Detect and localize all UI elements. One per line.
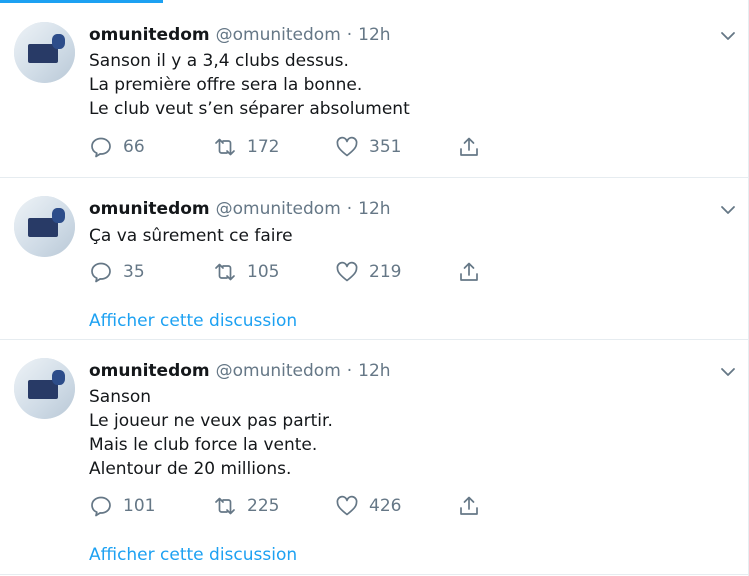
like-button[interactable]: 219: [335, 260, 401, 284]
like-count: 426: [369, 496, 402, 516]
avatar[interactable]: [14, 22, 75, 83]
tweet[interactable]: omunitedom @omunitedom · 12h Sanson il y…: [0, 0, 748, 178]
avatar[interactable]: [14, 196, 75, 257]
like-count: 351: [369, 137, 402, 157]
retweet-button[interactable]: 225: [213, 494, 279, 518]
retweet-icon: [215, 263, 235, 281]
show-thread-link[interactable]: Afficher cette discussion: [89, 311, 297, 331]
tweet-text: Ça va sûrement ce faire: [89, 226, 293, 246]
timestamp[interactable]: 12h: [358, 199, 390, 219]
retweet-count: 172: [247, 137, 280, 157]
reply-icon: [91, 496, 111, 517]
reply-count: 35: [123, 262, 145, 282]
share-button[interactable]: [457, 260, 481, 284]
tweet-text: Sanson Le joueur ne veux pas partir. Mai…: [89, 387, 333, 479]
author-name[interactable]: omunitedom: [89, 361, 210, 381]
tweet[interactable]: omunitedom @omunitedom · 12h Sanson Le j…: [0, 340, 748, 575]
share-button[interactable]: [457, 135, 481, 159]
retweet-button[interactable]: 172: [213, 135, 279, 159]
reply-count: 66: [123, 137, 145, 157]
timestamp[interactable]: 12h: [358, 25, 390, 45]
author-name[interactable]: omunitedom: [89, 25, 210, 45]
heart-icon: [336, 495, 358, 516]
retweet-icon: [215, 138, 235, 156]
reply-count: 101: [123, 496, 156, 516]
share-icon: [460, 262, 478, 281]
share-icon: [460, 496, 478, 515]
chevron-down-icon[interactable]: [718, 362, 738, 382]
show-thread-link[interactable]: Afficher cette discussion: [89, 545, 297, 565]
reply-icon: [91, 137, 111, 158]
separator-dot: ·: [346, 199, 353, 219]
avatar[interactable]: [14, 358, 75, 419]
reply-button[interactable]: 101: [89, 494, 155, 518]
retweet-button[interactable]: 105: [213, 260, 279, 284]
author-handle[interactable]: @omunitedom: [216, 25, 341, 45]
reply-button[interactable]: 66: [89, 135, 145, 159]
chevron-down-icon[interactable]: [718, 200, 738, 220]
separator-dot: ·: [346, 25, 353, 45]
reply-button[interactable]: 35: [89, 260, 145, 284]
like-count: 219: [369, 262, 402, 282]
retweet-count: 105: [247, 262, 280, 282]
retweet-count: 225: [247, 496, 280, 516]
like-button[interactable]: 426: [335, 494, 401, 518]
author-handle[interactable]: @omunitedom: [216, 361, 341, 381]
tweet-text: Sanson il y a 3,4 clubs dessus. La premi…: [89, 51, 410, 119]
reply-icon: [91, 262, 111, 283]
like-button[interactable]: 351: [335, 135, 401, 159]
separator-dot: ·: [346, 361, 353, 381]
share-button[interactable]: [457, 494, 481, 518]
timestamp[interactable]: 12h: [358, 361, 390, 381]
chevron-down-icon[interactable]: [718, 26, 738, 46]
author-handle[interactable]: @omunitedom: [216, 199, 341, 219]
heart-icon: [336, 261, 358, 282]
heart-icon: [336, 136, 358, 157]
retweet-icon: [215, 497, 235, 515]
author-name[interactable]: omunitedom: [89, 199, 210, 219]
tweet[interactable]: omunitedom @omunitedom · 12h Ça va sûrem…: [0, 178, 748, 340]
share-icon: [460, 137, 478, 156]
